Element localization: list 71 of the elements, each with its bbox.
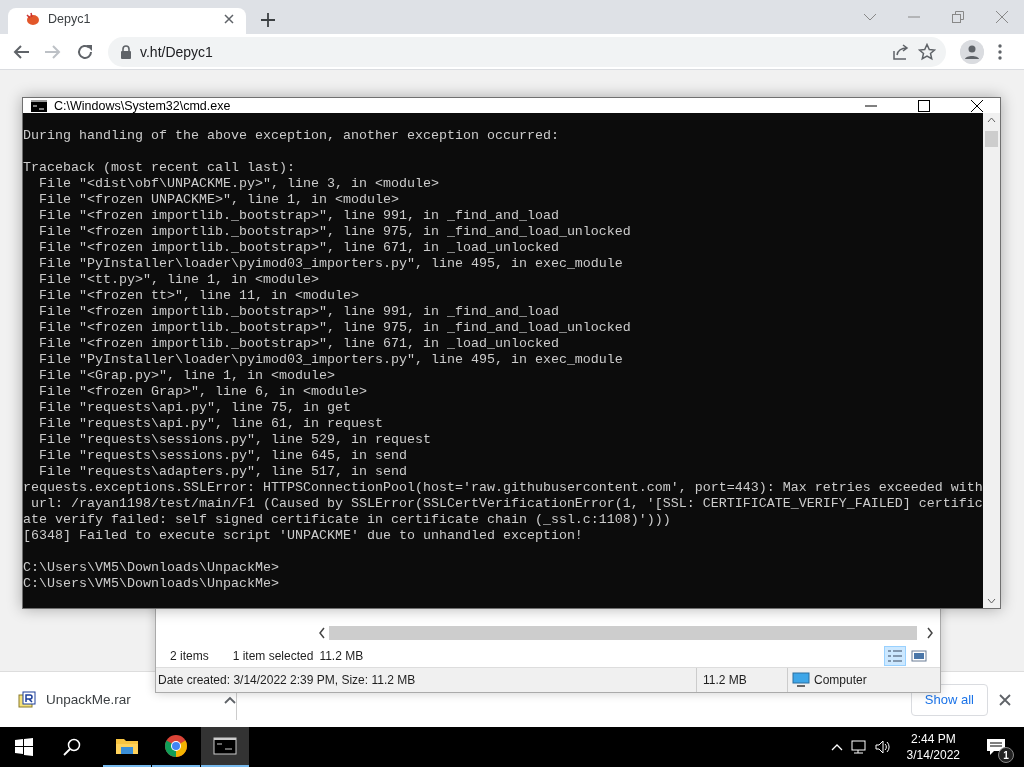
browser-tab[interactable]: Depyc1 <box>8 8 246 34</box>
scroll-left-icon[interactable] <box>318 627 326 639</box>
share-icon[interactable] <box>892 42 910 61</box>
selection-count: 1 item selected <box>232 649 314 663</box>
file-size: 11.2 MB <box>703 673 747 687</box>
scroll-up-icon[interactable] <box>987 117 996 123</box>
selection-size: 11.2 MB <box>319 649 364 663</box>
console-line: File "<frozen UNPACKME>", line 1, in <module> <box>38 192 399 207</box>
console-line: File "requests\api.py", line 61, in request <box>38 416 383 431</box>
console-line: File "<frozen Grap>", line 6, in <module> <box>38 384 367 399</box>
console-line: [6348] Failed to execute script 'UNPACKME' due to unhandled exception! <box>23 528 583 543</box>
restore-icon[interactable] <box>951 10 965 24</box>
console-line: File "<frozen importlib._bootstrap>", line 671, in _load_unlocked <box>38 336 559 351</box>
console-line: File "<dist\obf\UNPACKME.py>", line 3, in <module> <box>38 176 439 191</box>
item-count: 2 items <box>170 649 209 663</box>
console-line: url: /rayan1198/test/main/F1 (Caused by SSLError(SSLCertVerificationError(1, '[SSL: CERTIFICATE_VERIFY_FAILED] certific <box>30 496 983 511</box>
chevron-up-icon[interactable] <box>830 743 843 751</box>
archive-icon <box>18 690 36 709</box>
scrollbar-thumb[interactable] <box>329 626 917 640</box>
back-icon[interactable] <box>12 42 30 61</box>
address-bar[interactable]: v.ht/Depyc1 <box>108 36 946 67</box>
close-icon[interactable] <box>998 692 1012 707</box>
caret-up-icon[interactable] <box>224 695 236 704</box>
windows-start-icon[interactable] <box>15 738 33 756</box>
computer-icon <box>792 672 810 688</box>
console-line: File "<frozen importlib._bootstrap>", line 975, in _find_and_load_unlocked <box>38 224 631 239</box>
chrome-icon[interactable] <box>164 734 188 758</box>
reload-icon[interactable] <box>76 42 94 61</box>
maximize-icon[interactable] <box>918 99 930 112</box>
console-line: File "<tt.py>", line 1, in <module> <box>38 272 319 287</box>
star-icon[interactable] <box>918 42 936 61</box>
window-title: C:\Windows\System32\cmd.exe <box>54 98 232 113</box>
console-line: File "<frozen importlib._bootstrap>", line 671, in _load_unlocked <box>38 240 559 255</box>
console-line: File "requests\sessions.py", line 529, in request <box>38 432 431 447</box>
console-line: C:\Users\VM5\Downloads\UnpackMe> <box>23 576 279 591</box>
console-line: File "<frozen importlib._bootstrap>", line 991, in _find_and_load <box>38 208 559 223</box>
menu-icon[interactable] <box>998 43 1002 60</box>
chevron-down-icon[interactable] <box>863 12 877 22</box>
console-line: ate verify failed: self signed certificate in certificate chain (_ssl.c:1108)'))) <box>23 512 671 527</box>
console-line: File "PyInstaller\loader\pyimod03_importers.py", line 495, in exec_module <box>38 256 623 271</box>
close-icon[interactable] <box>971 99 983 112</box>
location-label: Computer <box>814 673 867 687</box>
console-line: File "requests\adapters.py", line 517, in send <box>38 464 407 479</box>
volume-icon[interactable] <box>874 739 891 755</box>
search-icon[interactable] <box>63 738 81 756</box>
network-icon[interactable] <box>850 739 867 755</box>
notification-count: 1 <box>998 747 1014 763</box>
new-tab-icon[interactable] <box>260 12 276 28</box>
console-line: File "<frozen importlib._bootstrap>", line 975, in _find_and_load_unlocked <box>38 320 631 335</box>
console-line: File "<Grap.py>", line 1, in <module> <box>38 368 335 383</box>
lock-icon <box>120 44 132 59</box>
clock-date: 3/14/2022 <box>906 747 960 763</box>
bug-icon <box>24 11 40 27</box>
terminal-icon[interactable] <box>213 736 237 756</box>
url-text: v.ht/Depyc1 <box>140 43 214 60</box>
folder-icon[interactable] <box>115 736 139 756</box>
console-line: File "requests\sessions.py", line 645, in send <box>38 448 407 463</box>
scroll-right-icon[interactable] <box>926 627 934 639</box>
console-line: File "<frozen importlib._bootstrap>", line 991, in _find_and_load <box>38 304 559 319</box>
console-line: requests.exceptions.SSLError: HTTPSConnectionPool(host='raw.githubusercontent.com', port=443): Max retries exceeded with <box>23 480 983 495</box>
scroll-down-icon[interactable] <box>987 598 996 604</box>
taskbar-app-button[interactable] <box>201 727 249 767</box>
console-line: File "<frozen tt>", line 11, in <module> <box>38 288 359 303</box>
console-line: During handling of the above exception, another exception occurred: <box>23 128 559 143</box>
close-icon[interactable] <box>222 12 236 26</box>
console-line: File "PyInstaller\loader\pyimod03_importers.py", line 495, in exec_module <box>38 352 623 367</box>
console-line: Traceback (most recent call last): <box>23 160 295 175</box>
clock-time: 2:44 PM <box>910 731 956 747</box>
console-line: File "requests\api.py", line 75, in get <box>38 400 351 415</box>
scrollbar-thumb[interactable] <box>985 131 998 147</box>
console-line: C:\Users\VM5\Downloads\UnpackMe> <box>23 560 279 575</box>
